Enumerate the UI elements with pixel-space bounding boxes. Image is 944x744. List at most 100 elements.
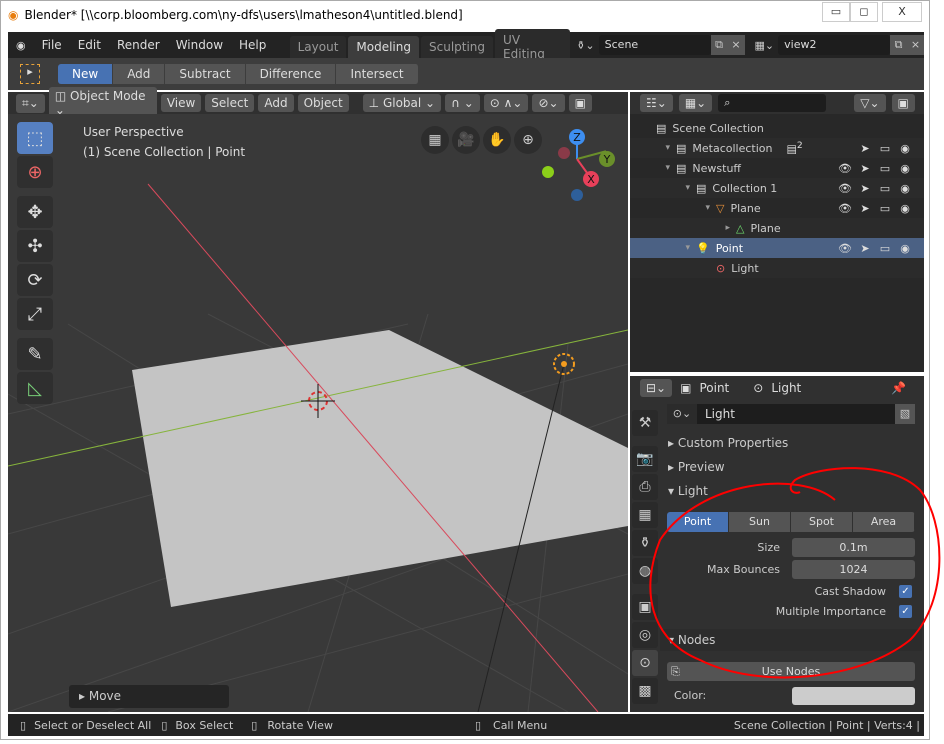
expand-arrow-icon[interactable]: ▾ bbox=[630, 203, 710, 213]
light-datablock-selector[interactable]: ⊙⌄ Light ▧ bbox=[667, 404, 915, 424]
menu-render[interactable]: Render bbox=[109, 38, 168, 52]
intersect-button[interactable]: Intersect bbox=[336, 64, 419, 84]
render-camera-icon[interactable]: ◉ bbox=[896, 162, 914, 175]
selectable-arrow-icon[interactable]: ➤ bbox=[856, 142, 874, 155]
editor-type-icon[interactable]: ⌗⌄ bbox=[16, 93, 45, 113]
outliner-search-input[interactable]: ⌕ bbox=[718, 94, 827, 112]
menu-window[interactable]: Window bbox=[168, 38, 231, 52]
monitor-icon[interactable]: ▭ bbox=[876, 162, 894, 175]
max-bounces-field[interactable]: 1024 bbox=[792, 560, 915, 579]
properties-editor-type-icon[interactable]: ⊟⌄ bbox=[640, 379, 673, 397]
shading-icon[interactable]: ▣ bbox=[568, 94, 592, 112]
monitor-icon[interactable]: ▭ bbox=[876, 142, 894, 155]
view-layer-remove-icon[interactable]: × bbox=[907, 35, 925, 55]
move-tool-2[interactable]: ✣ bbox=[17, 230, 53, 262]
eye-icon[interactable]: 👁 bbox=[836, 202, 854, 215]
selectable-arrow-icon[interactable]: ➤ bbox=[856, 242, 874, 255]
tab-sculpting[interactable]: Sculpting bbox=[421, 36, 494, 58]
scene-properties-tab[interactable]: ⚱ bbox=[632, 530, 658, 556]
menu-view[interactable]: View bbox=[160, 94, 202, 112]
maximize-button[interactable]: ◻ bbox=[850, 2, 878, 22]
use-nodes-button[interactable]: ⎘ Use Nodes bbox=[667, 662, 915, 681]
light-type-sun[interactable]: Sun bbox=[729, 512, 791, 532]
last-operator-panel[interactable]: ▸ Move bbox=[69, 685, 229, 708]
outliner-view-icon[interactable]: ▦⌄ bbox=[678, 94, 713, 112]
light-data-properties-tab[interactable]: ⊙ bbox=[632, 650, 658, 676]
selectable-arrow-icon[interactable]: ➤ bbox=[856, 202, 874, 215]
monitor-icon[interactable]: ▭ bbox=[876, 182, 894, 195]
pan-hand-icon[interactable]: ✋ bbox=[483, 126, 511, 154]
light-browse-icon[interactable]: ⊙⌄ bbox=[667, 404, 697, 424]
monitor-icon[interactable]: ▭ bbox=[876, 202, 894, 215]
minimize-button[interactable]: ▭ bbox=[822, 2, 850, 22]
scene-copy-icon[interactable]: ⧉ bbox=[710, 35, 728, 55]
overlay-icon[interactable]: ⊘⌄ bbox=[532, 94, 565, 112]
subtract-button[interactable]: Subtract bbox=[165, 64, 246, 84]
rotate-tool[interactable]: ⟳ bbox=[17, 264, 53, 296]
view-layer-icon[interactable]: ▦⌄ bbox=[755, 39, 775, 52]
move-tool[interactable]: ✥ bbox=[17, 196, 53, 228]
eye-icon[interactable]: 👁 bbox=[836, 182, 854, 195]
snap-icon[interactable]: ∩ ⌄ bbox=[445, 94, 480, 112]
view-layer-copy-icon[interactable]: ⧉ bbox=[890, 35, 908, 55]
camera-icon[interactable]: 🎥 bbox=[452, 126, 480, 154]
outliner-row[interactable]: ▾ ▤ Newstuff 👁 ➤ ▭ ◉ bbox=[630, 158, 924, 178]
eye-icon[interactable]: 👁 bbox=[836, 242, 854, 255]
expand-arrow-icon[interactable]: ▾ bbox=[630, 243, 690, 253]
light-type-spot[interactable]: Spot bbox=[791, 512, 853, 532]
monitor-icon[interactable]: ▭ bbox=[876, 242, 894, 255]
outliner-row[interactable]: ▾ ▽ Plane 👁 ➤ ▭ ◉ bbox=[630, 198, 924, 218]
blender-menu-icon[interactable]: ◉ bbox=[8, 39, 34, 52]
menu-help[interactable]: Help bbox=[231, 38, 274, 52]
multiple-importance-checkbox[interactable]: ✓ bbox=[899, 605, 912, 618]
nodes-panel[interactable]: ▾ Nodes bbox=[660, 629, 922, 651]
preview-panel[interactable]: ▸ Preview bbox=[660, 456, 922, 478]
scene-remove-icon[interactable]: × bbox=[727, 35, 745, 55]
tab-modeling[interactable]: Modeling bbox=[348, 36, 419, 58]
difference-button[interactable]: Difference bbox=[245, 64, 337, 84]
tool-properties-tab[interactable]: ⚒ bbox=[632, 410, 658, 436]
scene-icon[interactable]: ⚱⌄ bbox=[576, 39, 594, 52]
scene-field[interactable]: Scene bbox=[598, 35, 711, 55]
new-collection-icon[interactable]: ▣ bbox=[891, 94, 915, 112]
light-panel[interactable]: ▾ Light bbox=[660, 480, 922, 502]
render-camera-icon[interactable]: ◉ bbox=[896, 142, 914, 155]
outliner-display-mode-icon[interactable]: ☷⌄ bbox=[640, 94, 673, 112]
color-swatch[interactable] bbox=[792, 687, 915, 705]
pin-icon[interactable]: 📌 bbox=[891, 381, 906, 395]
outliner-row[interactable]: ▾ ▤ Collection 1 👁 ➤ ▭ ◉ bbox=[630, 178, 924, 198]
close-button[interactable]: X bbox=[882, 2, 922, 22]
add-button[interactable]: Add bbox=[113, 64, 166, 84]
outliner-row[interactable]: ⊙ Light bbox=[630, 258, 924, 278]
menu-select[interactable]: Select bbox=[205, 94, 255, 112]
orientation-dropdown[interactable]: ⊥ Global ⌄ bbox=[362, 94, 442, 112]
new-button[interactable]: New bbox=[58, 64, 114, 84]
expand-arrow-icon[interactable]: ▾ bbox=[630, 143, 670, 153]
light-type-point[interactable]: Point bbox=[667, 512, 729, 532]
render-camera-icon[interactable]: ◉ bbox=[896, 202, 914, 215]
outliner-row[interactable]: ▾ ▤ Metacollection ▤2 ➤ ▭ ◉ bbox=[630, 138, 924, 158]
filter-icon[interactable]: ▽⌄ bbox=[854, 94, 886, 112]
measure-tool[interactable]: ◺ bbox=[17, 372, 53, 404]
expand-arrow-icon[interactable]: ▾ bbox=[630, 183, 690, 193]
object-properties-tab[interactable]: ▣ bbox=[632, 594, 658, 620]
plane-mesh[interactable] bbox=[132, 330, 628, 607]
selectable-arrow-icon[interactable]: ➤ bbox=[856, 162, 874, 175]
expand-arrow-icon[interactable]: ▾ bbox=[630, 163, 670, 173]
view-layer-properties-tab[interactable]: ▦ bbox=[632, 502, 658, 528]
outliner-row[interactable]: ▾ 💡 Point 👁 ➤ ▭ ◉ bbox=[630, 238, 924, 258]
tab-layout[interactable]: Layout bbox=[289, 36, 347, 58]
proportional-edit-icon[interactable]: ⊙ ∧⌄ bbox=[483, 94, 529, 112]
fake-user-icon[interactable]: ▧ bbox=[895, 404, 915, 424]
render-camera-icon[interactable]: ◉ bbox=[896, 182, 914, 195]
outliner-row[interactable]: ▸ △ Plane bbox=[630, 218, 924, 238]
point-light-icon[interactable] bbox=[553, 353, 575, 375]
cast-shadow-checkbox[interactable]: ✓ bbox=[899, 585, 912, 598]
physics-properties-tab[interactable]: ◎ bbox=[632, 622, 658, 648]
menu-object[interactable]: Object bbox=[297, 94, 349, 112]
menu-edit[interactable]: Edit bbox=[70, 38, 109, 52]
render-properties-tab[interactable]: 📷 bbox=[632, 446, 658, 472]
annotate-tool[interactable]: ✎ bbox=[17, 338, 53, 370]
scale-tool[interactable]: ⤢ bbox=[17, 298, 53, 330]
select-tool-icon[interactable]: ▸ bbox=[20, 64, 40, 84]
